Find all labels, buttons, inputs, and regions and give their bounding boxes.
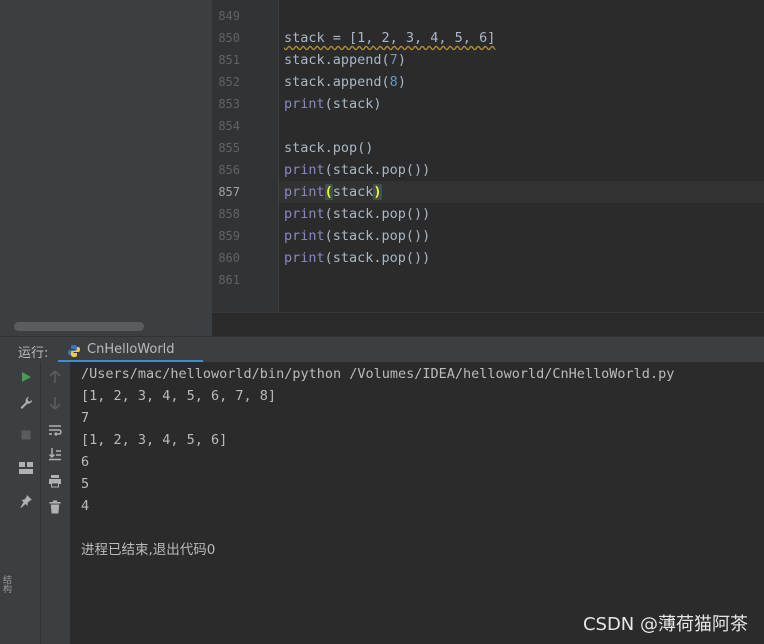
down-arrow-icon[interactable] [46, 394, 64, 412]
code-token: stack.append( [284, 52, 390, 68]
line-number: 851 [218, 53, 240, 67]
project-tree-scrollbar[interactable] [14, 322, 144, 331]
layout-icon[interactable] [17, 459, 35, 477]
console-line: 6 [81, 454, 90, 470]
code-token: (stack.pop()) [324, 162, 431, 178]
console-output[interactable]: /Users/mac/helloworld/bin/python /Volume… [70, 362, 764, 644]
run-tab-cnhelloworld[interactable]: CnHelloWorld [58, 337, 203, 363]
up-arrow-icon[interactable] [46, 368, 64, 386]
line-number: 859 [218, 229, 240, 243]
code-editor[interactable]: 849 850 851 852 853 854 855 856 857 858 … [212, 0, 764, 337]
editor-bottom-bar [212, 312, 764, 337]
console-exit-message: 进程已结束,退出代码0 [81, 542, 216, 558]
structure-side-label[interactable]: 结构 [0, 575, 12, 593]
code-token: ) [397, 74, 406, 90]
code-line-857[interactable]: print(stack) [284, 181, 382, 203]
code-token-number: 7 [389, 52, 398, 68]
soft-wrap-icon[interactable] [46, 421, 64, 439]
watermark: CSDN @薄荷猫阿茶 [582, 614, 748, 635]
matched-paren: ) [373, 184, 382, 200]
code-line-855[interactable]: stack.pop() [284, 137, 373, 159]
code-line-852[interactable]: stack.append(8) [284, 71, 406, 93]
code-token-builtin: print [284, 184, 325, 200]
matched-paren: ( [324, 184, 333, 200]
line-number: 855 [218, 141, 240, 155]
line-number-gutter: 849 850 851 852 853 854 855 856 857 858 … [212, 0, 279, 312]
code-token-builtin: print [284, 250, 325, 266]
console-line: 5 [81, 476, 90, 492]
line-number-current: 857 [218, 185, 240, 199]
code-line-853[interactable]: print(stack) [284, 93, 382, 115]
code-token: (stack.pop()) [324, 228, 431, 244]
code-token-builtin: print [284, 228, 325, 244]
code-token-number: 8 [389, 74, 398, 90]
code-token: (stack.pop()) [324, 206, 431, 222]
wrench-icon[interactable] [17, 394, 35, 412]
line-number: 856 [218, 163, 240, 177]
print-icon[interactable] [46, 472, 64, 490]
trash-icon[interactable] [46, 498, 64, 516]
console-line: [1, 2, 3, 4, 5, 6] [81, 432, 228, 448]
code-token-builtin: print [284, 162, 325, 178]
line-number: 853 [218, 97, 240, 111]
line-number: 858 [218, 207, 240, 221]
code-line-858[interactable]: print(stack.pop()) [284, 203, 430, 225]
run-icon[interactable] [17, 368, 35, 386]
code-line-850[interactable]: stack = [1, 2, 3, 4, 5, 6] [284, 27, 495, 49]
line-number: 861 [218, 273, 240, 287]
code-token-builtin: print [284, 96, 325, 112]
scroll-to-end-icon[interactable] [46, 445, 64, 463]
console-line: /Users/mac/helloworld/bin/python /Volume… [81, 366, 675, 382]
pin-icon[interactable] [17, 492, 35, 510]
line-number: 850 [218, 31, 240, 45]
code-token: (stack) [324, 96, 382, 112]
code-token-builtin: print [284, 206, 325, 222]
code-token: ) [397, 52, 406, 68]
console-line: 4 [81, 498, 90, 514]
code-token: (stack.pop()) [324, 250, 431, 266]
run-toolbar-primary [12, 362, 40, 644]
project-tree-panel [12, 0, 212, 336]
run-toolbar-secondary [40, 362, 71, 644]
code-token: stack [332, 184, 374, 200]
code-token: stack.append( [284, 74, 390, 90]
side-strip: 结构 [0, 0, 12, 644]
run-tab-label: CnHelloWorld [87, 342, 175, 357]
line-number: 854 [218, 119, 240, 133]
line-number: 860 [218, 251, 240, 265]
code-line-856[interactable]: print(stack.pop()) [284, 159, 430, 181]
code-line-860[interactable]: print(stack.pop()) [284, 247, 430, 269]
console-line: 7 [81, 410, 90, 426]
run-title: 运行: [18, 346, 49, 361]
code-line-851[interactable]: stack.append(7) [284, 49, 406, 71]
line-number: 852 [218, 75, 240, 89]
code-line-859[interactable]: print(stack.pop()) [284, 225, 430, 247]
console-line: [1, 2, 3, 4, 5, 6, 7, 8] [81, 388, 277, 404]
stop-icon[interactable] [17, 426, 35, 444]
line-number: 849 [218, 9, 240, 23]
run-tool-window-header: 运行: CnHelloWorld [0, 336, 764, 363]
